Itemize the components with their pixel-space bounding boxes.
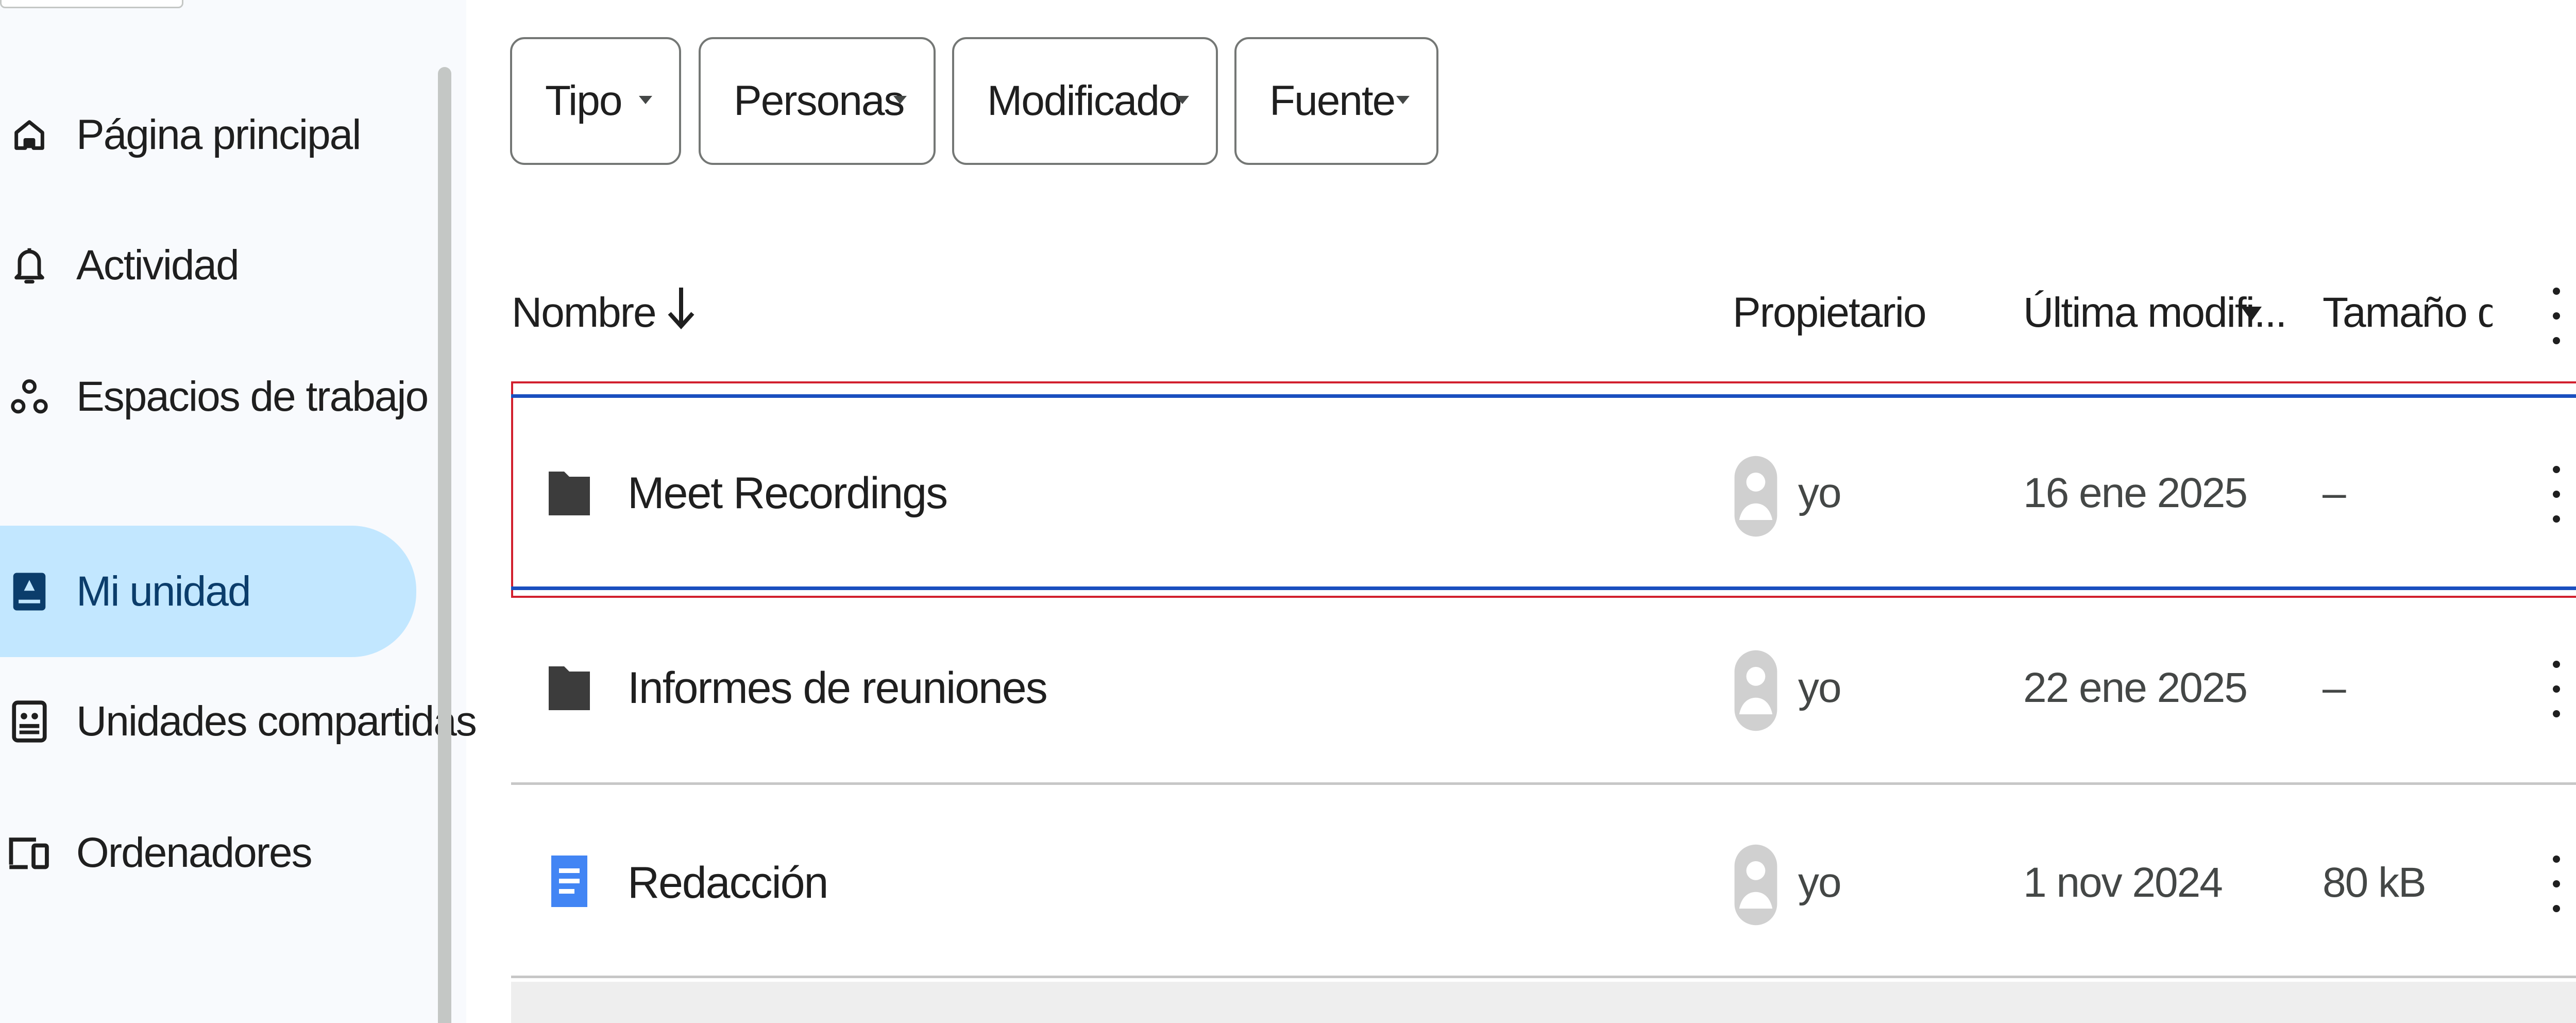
filter-chip-modified[interactable]: Modificado xyxy=(952,37,1218,165)
drive-window: Página principal Actividad Espacios de t… xyxy=(0,0,2576,1023)
caret-down-icon xyxy=(1396,96,1410,104)
shared-drives-icon xyxy=(6,698,53,745)
sidebar-item-home[interactable]: Página principal xyxy=(0,71,416,199)
sidebar-item-label: Mi unidad xyxy=(76,567,251,615)
sidebar-scrollbar[interactable] xyxy=(438,67,451,1023)
column-header-size[interactable]: Tamaño de a xyxy=(2323,289,2493,337)
new-button-edge[interactable] xyxy=(0,0,183,8)
modified-date: 16 ene 2025 xyxy=(2023,469,2248,516)
filter-chip-label: Tipo xyxy=(545,77,622,124)
avatar xyxy=(1734,844,1777,926)
sidebar-item-shared-drives[interactable]: Unidades compartidas xyxy=(0,657,477,786)
filter-chip-type[interactable]: Tipo xyxy=(510,37,681,165)
column-header-owner[interactable]: Propietario xyxy=(1733,289,1927,337)
file-name[interactable]: Redacción xyxy=(628,858,828,909)
sidebar-item-workspaces[interactable]: Espacios de trabajo xyxy=(0,332,429,461)
caret-down-icon[interactable] xyxy=(2241,307,2262,321)
row-more-actions-icon[interactable] xyxy=(2541,661,2572,717)
sidebar-item-label: Ordenadores xyxy=(76,829,313,876)
bell-icon xyxy=(6,242,53,289)
file-name[interactable]: Informes de reuniones xyxy=(628,663,1048,714)
row-more-actions-icon[interactable] xyxy=(2541,856,2572,912)
sidebar: Página principal Actividad Espacios de t… xyxy=(0,0,477,1023)
google-docs-icon xyxy=(551,856,587,907)
file-name[interactable]: Meet Recordings xyxy=(628,468,948,519)
owner-name: yo xyxy=(1798,859,1842,906)
avatar xyxy=(1734,456,1777,537)
sidebar-item-label: Actividad xyxy=(76,242,240,289)
caret-down-icon xyxy=(1176,96,1189,104)
folder-icon xyxy=(549,666,590,710)
caret-down-icon xyxy=(639,96,652,104)
computers-icon xyxy=(6,830,53,876)
filter-chip-label: Fuente xyxy=(1269,77,1396,124)
row-divider xyxy=(511,782,2576,785)
owner-name: yo xyxy=(1798,469,1842,516)
file-size: – xyxy=(2323,469,2346,516)
sidebar-item-activity[interactable]: Actividad xyxy=(0,201,416,330)
filter-chip-label: Personas xyxy=(734,77,905,124)
folder-icon xyxy=(549,472,590,515)
file-size: 80 kB xyxy=(2323,859,2427,906)
column-options-more-icon[interactable] xyxy=(2541,288,2572,344)
row-more-actions-icon[interactable] xyxy=(2541,466,2572,523)
modified-date: 22 ene 2025 xyxy=(2023,664,2248,711)
sort-arrow-down-icon[interactable] xyxy=(666,282,697,334)
row-divider xyxy=(511,976,2576,978)
filter-chip-source[interactable]: Fuente xyxy=(1234,37,1438,165)
next-row-partial[interactable] xyxy=(511,982,2576,1023)
column-header-name[interactable]: Nombre xyxy=(512,289,657,337)
caret-down-icon xyxy=(893,96,907,104)
sidebar-item-label: Espacios de trabajo xyxy=(76,373,429,420)
filter-chip-label: Modificado xyxy=(987,77,1182,124)
sidebar-item-label: Unidades compartidas xyxy=(76,698,477,745)
workspaces-icon xyxy=(6,374,53,420)
modified-date: 1 nov 2024 xyxy=(2023,859,2223,906)
home-icon xyxy=(6,112,53,158)
my-drive-icon xyxy=(6,568,53,615)
file-size: – xyxy=(2323,664,2346,711)
sidebar-item-my-drive[interactable]: Mi unidad xyxy=(0,526,416,657)
filter-chip-people[interactable]: Personas xyxy=(699,37,936,165)
avatar xyxy=(1734,650,1777,731)
sidebar-item-label: Página principal xyxy=(76,111,361,158)
sidebar-item-computers[interactable]: Ordenadores xyxy=(0,789,416,917)
owner-name: yo xyxy=(1798,664,1842,711)
